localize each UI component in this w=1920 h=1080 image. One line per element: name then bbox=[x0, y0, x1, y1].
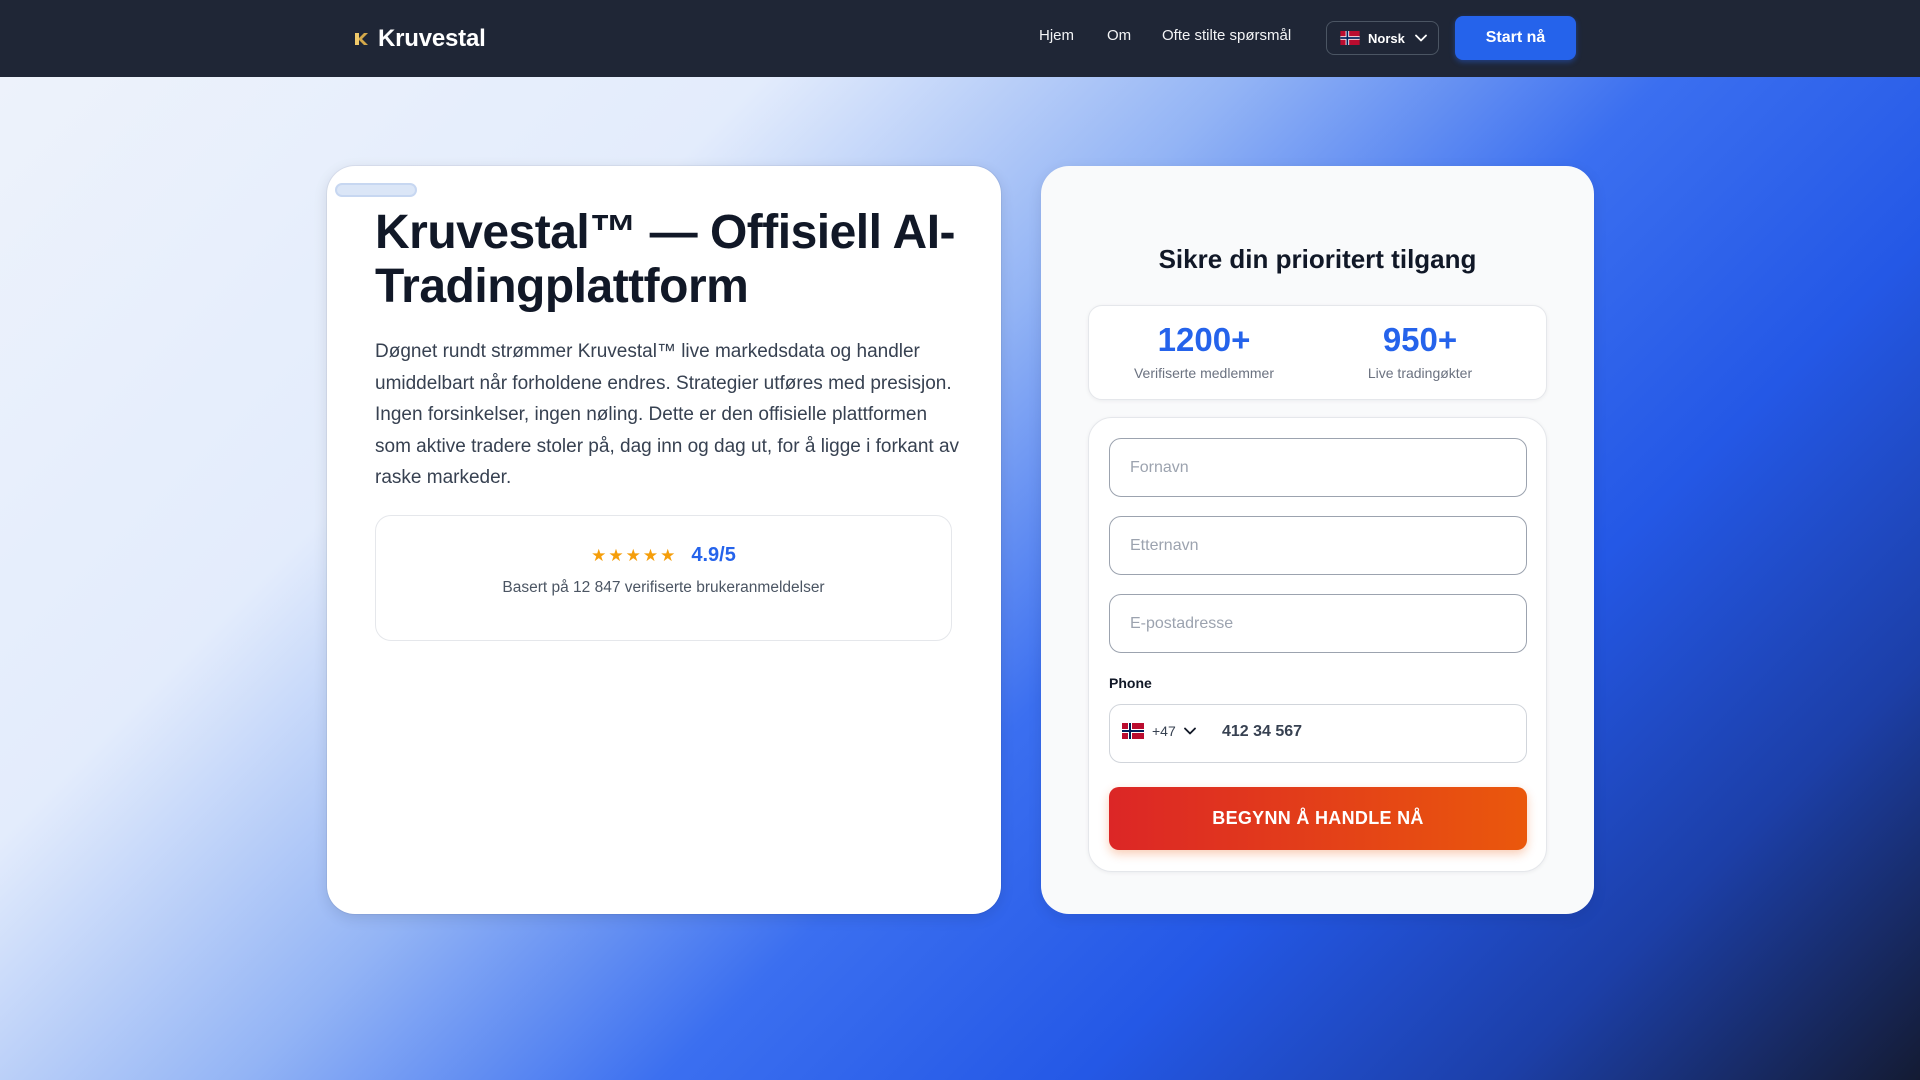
top-navigation-bar: Kruvestal Hjem Om Ofte stilte spørsmål N… bbox=[0, 0, 1920, 77]
first-name-input[interactable] bbox=[1109, 438, 1527, 497]
rating-score: 4.9/5 bbox=[691, 544, 736, 566]
brand-name: Kruvestal bbox=[378, 25, 486, 52]
dial-code: +47 bbox=[1152, 723, 1176, 739]
signup-heading: Sikre din prioritert tilgang bbox=[1158, 244, 1477, 274]
stat-members: 1200+ Verifiserte medlemmer bbox=[1104, 321, 1304, 381]
nav-link-home[interactable]: Hjem bbox=[1039, 27, 1074, 44]
rating-row: ★★★★★ 4.9/5 bbox=[376, 544, 951, 567]
email-input[interactable] bbox=[1109, 594, 1527, 653]
norway-flag-icon bbox=[1340, 31, 1360, 45]
chevron-down-icon bbox=[1414, 34, 1427, 42]
language-label: Norsk bbox=[1368, 30, 1405, 46]
signup-card: Sikre din prioritert tilgang 1200+ Verif… bbox=[1041, 166, 1594, 914]
phone-field: +47 412 34 567 bbox=[1109, 704, 1527, 763]
rating-stars-icon: ★★★★★ bbox=[591, 545, 678, 566]
decorative-pill bbox=[335, 183, 417, 197]
rating-subtitle: Basert på 12 847 verifiserte brukeranmel… bbox=[502, 579, 825, 596]
stat-sessions: 950+ Live tradingøkter bbox=[1320, 321, 1520, 381]
signup-form: Phone +47 412 34 567 BEGYNN Å HANDLE NÅ bbox=[1088, 417, 1547, 872]
language-selector[interactable]: Norsk bbox=[1326, 21, 1439, 55]
hero-card: Kruvestal™ — Offisiell AI-Tradingplattfo… bbox=[327, 166, 1001, 914]
stats-box: 1200+ Verifiserte medlemmer 950+ Live tr… bbox=[1088, 305, 1547, 400]
phone-number-input[interactable]: 412 34 567 bbox=[1222, 723, 1302, 741]
last-name-input[interactable] bbox=[1109, 516, 1527, 575]
brand-logo-icon bbox=[355, 33, 368, 45]
start-now-button[interactable]: Start nå bbox=[1455, 16, 1576, 60]
hero-description: Døgnet rundt strømmer Kruvestal™ live ma… bbox=[375, 341, 960, 488]
norway-flag-icon bbox=[1122, 723, 1144, 739]
stat-sessions-label: Live tradingøkter bbox=[1367, 365, 1473, 381]
nav-link-about[interactable]: Om bbox=[1107, 27, 1131, 44]
chevron-down-icon bbox=[1183, 727, 1196, 735]
stat-members-label: Verifiserte medlemmer bbox=[1133, 365, 1275, 381]
start-trading-button[interactable]: BEGYNN Å HANDLE NÅ bbox=[1109, 787, 1527, 850]
rating-box: ★★★★★ 4.9/5 Basert på 12 847 verifiserte… bbox=[375, 515, 952, 641]
stat-members-value: 1200+ bbox=[1157, 321, 1251, 358]
dial-code-selector[interactable]: +47 bbox=[1122, 723, 1196, 739]
brand-logo-link[interactable]: Kruvestal bbox=[352, 24, 486, 54]
stat-sessions-value: 950+ bbox=[1382, 321, 1458, 358]
phone-label: Phone bbox=[1109, 675, 1152, 691]
hero-title: Kruvestal™ — Offisiell AI-Tradingplattfo… bbox=[375, 206, 956, 313]
nav-link-faq[interactable]: Ofte stilte spørsmål bbox=[1162, 27, 1291, 44]
